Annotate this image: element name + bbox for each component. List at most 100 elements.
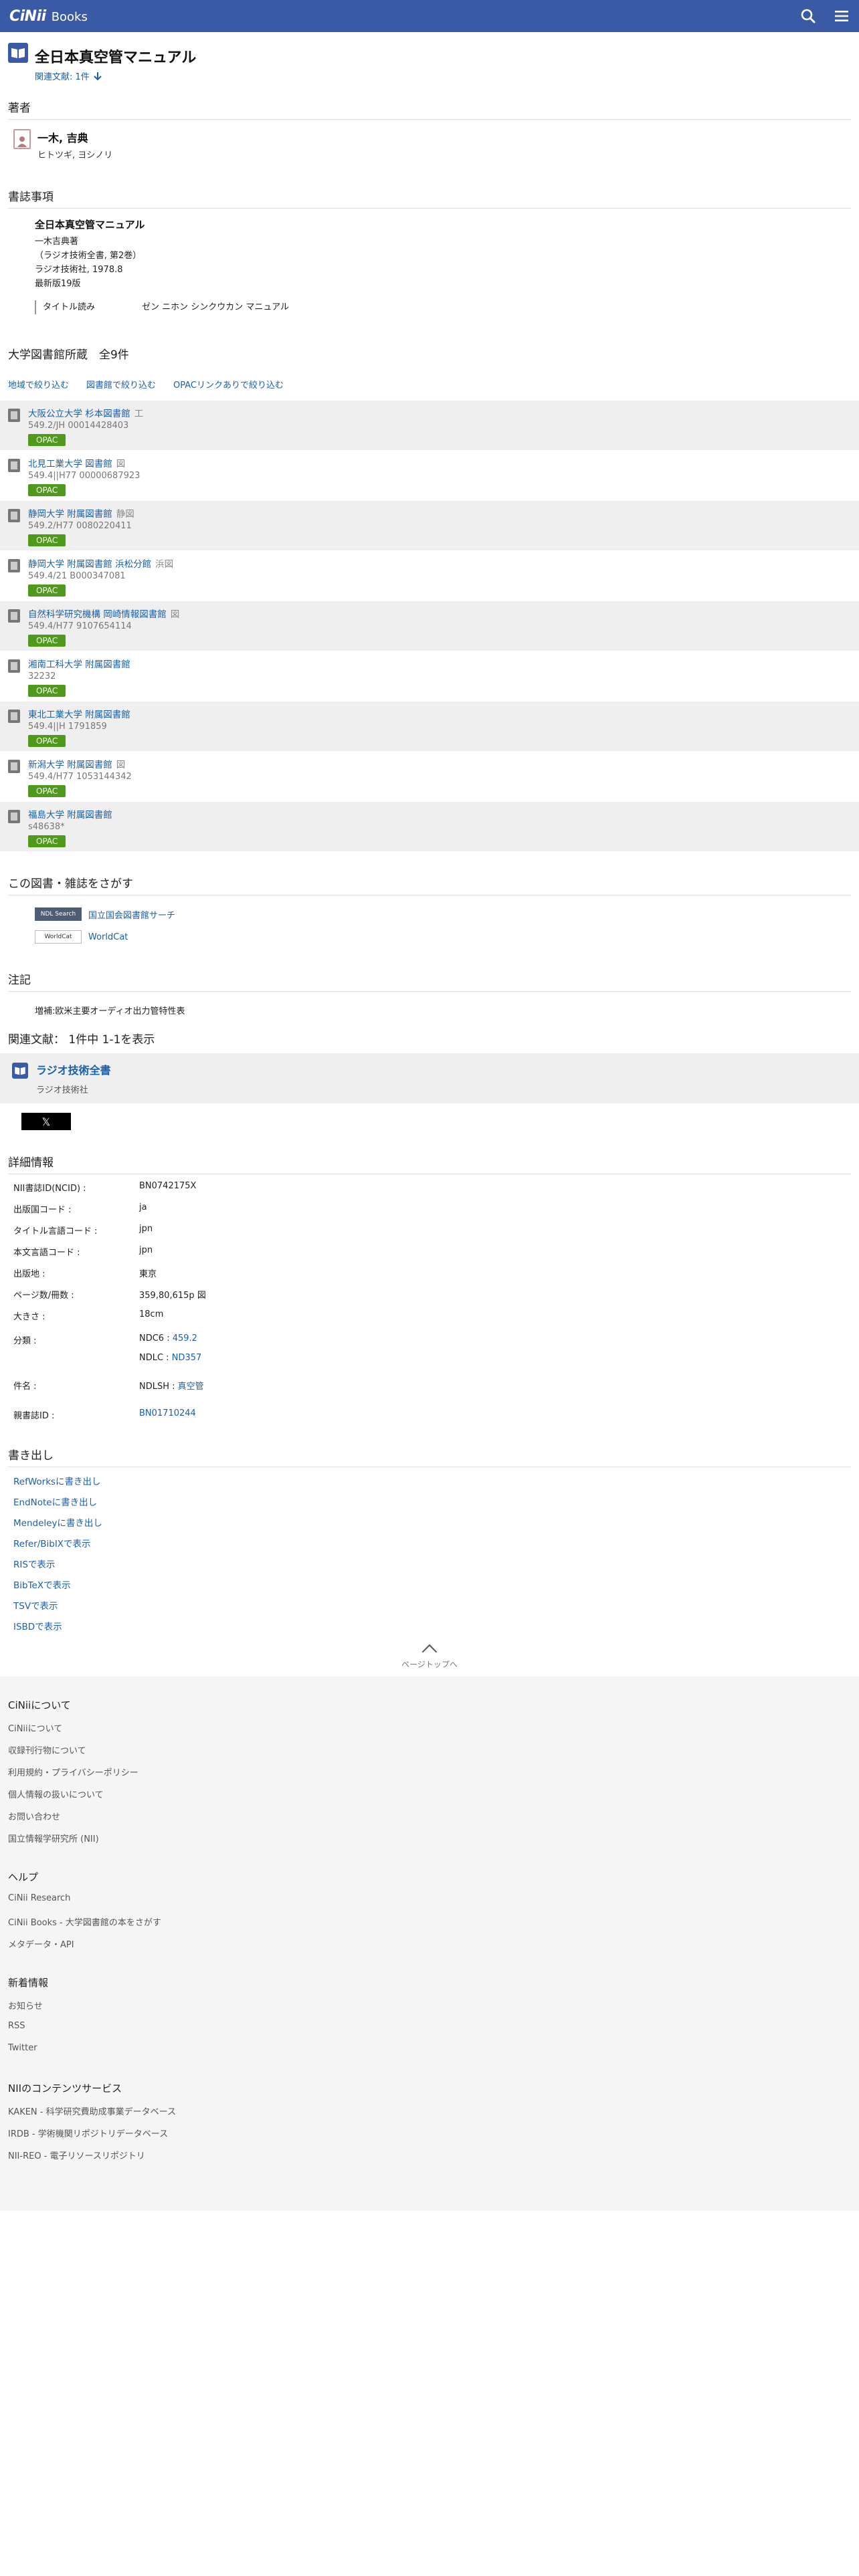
export-bibtex-link[interactable]: BibTeXで表示 [13,1580,71,1591]
export-refer-link[interactable]: Refer/BibIXで表示 [13,1539,91,1549]
call-number: s48638* [28,822,65,832]
export-ris-link[interactable]: RISで表示 [13,1560,55,1570]
library-name-link[interactable]: 東北工業大学 附属図書館 [28,710,130,720]
opac-button[interactable]: OPAC [28,635,66,647]
cinii-books-logo[interactable]: CiNii Books [9,8,88,25]
library-item: 北見工業大学 図書館図 549.4||H77 00000687923 OPAC [0,450,859,500]
detail-label: 出版国コード : [13,1205,72,1215]
call-number: 549.2/JH 00014428403 [28,421,129,431]
footer-link[interactable]: CiNii Books - 大学図書館の本をさがす [8,1915,851,1937]
footer-link[interactable]: 個人情報の扱いについて [8,1788,851,1810]
page-top-button[interactable]: ページトップへ [8,1644,851,1670]
biblio-line: 最新版19版 [35,279,81,289]
authors-heading: 著者 [8,92,851,120]
related-documents-link[interactable]: 関連文献: 1件 [35,70,851,82]
footer-link[interactable]: 利用規約・プライバシーポリシー [8,1765,851,1788]
author-name: 一木, 吉典 [37,132,88,144]
opac-button[interactable]: OPAC [28,785,66,797]
menu-icon[interactable] [834,8,850,24]
note-text: 増補:欧米主要オーディオ出力管特性表 [35,1006,185,1016]
detail-value: 東京 [139,1269,157,1279]
footer-link[interactable]: 収録刊行物について [8,1743,851,1765]
title-reading-label: タイトル読み [43,302,96,312]
worldcat-row: WorldCat WorldCat [35,930,851,944]
library-name-link[interactable]: 大阪公立大学 杉本図書館 [28,409,130,419]
library-item: 静岡大学 附属図書館 静図 549.2/H77 0080220411 OPAC [0,500,859,550]
library-item: 静岡大学 附属図書館 浜松分館 浜図 549.4/21 B000347081 OP… [0,550,859,601]
subject-row: 件名 : NDLSH : 真空管 [13,1379,851,1400]
opac-button[interactable]: OPAC [28,534,66,546]
ndlc-link[interactable]: ND357 [172,1353,202,1363]
related-document-title[interactable]: ラジオ技術全書 [36,1061,111,1077]
footer-link[interactable]: KAKEN - 科学研究費助成事業データベース [8,2105,851,2127]
export-mendeley-link[interactable]: Mendeleyに書き出し [13,1518,102,1529]
filter-by-library[interactable]: 図書館で絞り込む [86,378,156,391]
footer-link[interactable]: メタデータ・API [8,1937,851,1959]
library-icon [8,760,20,773]
classification-row: 分類 : NDC6 : 459.2 NDLC : ND357 [13,1333,851,1372]
author-kana: ヒトツギ, ヨシノリ [37,150,113,160]
parent-id-link[interactable]: BN01710244 [139,1408,196,1418]
detail-row: ページ数/冊数 : 359,80,615p 図 [13,1288,851,1309]
detail-label: 分類 : [13,1336,37,1346]
footer-link[interactable]: Twitter [8,2043,851,2065]
ndl-search-logo: NDL Search [35,907,82,921]
filter-by-region[interactable]: 地域で絞り込む [8,378,69,391]
search-icon[interactable] [800,8,816,24]
library-name-link[interactable]: 自然科学研究機構 岡崎情報図書館 [28,609,167,620]
author-entry: 一木, 吉典 ヒトツギ, ヨシノリ [13,129,851,160]
book-icon [12,1063,28,1079]
library-icon [8,710,20,723]
export-tsv-link[interactable]: TSVで表示 [13,1601,58,1612]
library-name-link[interactable]: 北見工業大学 図書館 [28,459,112,469]
worldcat-link[interactable]: WorldCat [88,932,128,942]
library-name-link[interactable]: 新潟大学 附属図書館 [28,760,112,770]
call-number: 549.4/21 B000347081 [28,571,126,581]
detail-row: 大きさ : 18cm [13,1309,851,1331]
export-links: RefWorksに書き出し EndNoteに書き出し Mendeleyに書き出し… [13,1474,851,1640]
filter-by-opac[interactable]: OPACリンクありで絞り込む [173,378,284,391]
subject-link[interactable]: 真空管 [178,1382,204,1392]
export-heading: 書き出し [8,1439,851,1467]
opac-button[interactable]: OPAC [28,434,66,446]
ndc6-link[interactable]: 459.2 [173,1333,197,1344]
detail-row: 出版地 : 東京 [13,1267,851,1288]
related-heading: 関連文献： 1件中 1-1を表示 [8,1033,155,1047]
opac-button[interactable]: OPAC [28,835,66,847]
detail-row: タイトル言語コード : jpn [13,1224,851,1245]
detail-value: 18cm [139,1309,164,1319]
footer-link[interactable]: お知らせ [8,1999,851,2021]
footer-link[interactable]: CiNii Research [8,1893,851,1915]
x-share-button[interactable]: 𝕏 [21,1113,71,1130]
bibliographic-heading: 書誌事項 [8,181,851,209]
library-name-link[interactable]: 静岡大学 附属図書館 浜松分館 [28,559,151,570]
library-name-link[interactable]: 静岡大学 附属図書館 [28,509,112,520]
holdings-heading: 大学図書館所蔵 全9件 [8,348,129,362]
footer-link[interactable]: NII-REO - 電子リソースリポジトリ [8,2149,851,2171]
footer-link[interactable]: IRDB - 学術機関リポジトリデータベース [8,2127,851,2149]
footer-heading: CiNiiについて [8,1699,71,1711]
footer-link[interactable]: RSS [8,2021,851,2043]
detail-row: 出版国コード : ja [13,1202,851,1224]
opac-button[interactable]: OPAC [28,484,66,496]
library-name-link[interactable]: 湘南工科大学 附属図書館 [28,659,130,670]
export-endnote-link[interactable]: EndNoteに書き出し [13,1497,97,1508]
export-isbd-link[interactable]: ISBDで表示 [13,1622,62,1632]
related-document-publisher: ラジオ技術社 [36,1085,88,1095]
library-location: 図 [116,459,126,469]
opac-button[interactable]: OPAC [28,584,66,597]
export-refworks-link[interactable]: RefWorksに書き出し [13,1477,101,1487]
library-location: 図 [170,609,180,620]
opac-button[interactable]: OPAC [28,685,66,697]
library-name-link[interactable]: 福島大学 附属図書館 [28,810,112,821]
page-top-label: ページトップへ [401,1660,458,1669]
footer-link[interactable]: 国立情報学研究所 (NII) [8,1832,851,1854]
ndl-search-link[interactable]: 国立国会図書館サーチ [88,908,175,921]
logo-main-text: CiNii [9,7,46,25]
footer-link[interactable]: CiNiiについて [8,1721,851,1743]
call-number: 549.4||H 1791859 [28,722,107,732]
footer-link[interactable]: お問い合わせ [8,1810,851,1832]
opac-button[interactable]: OPAC [28,735,66,747]
footer-heading: NIIのコンテンツサービス [8,2082,122,2095]
detail-label: 本文言語コード : [13,1248,80,1258]
